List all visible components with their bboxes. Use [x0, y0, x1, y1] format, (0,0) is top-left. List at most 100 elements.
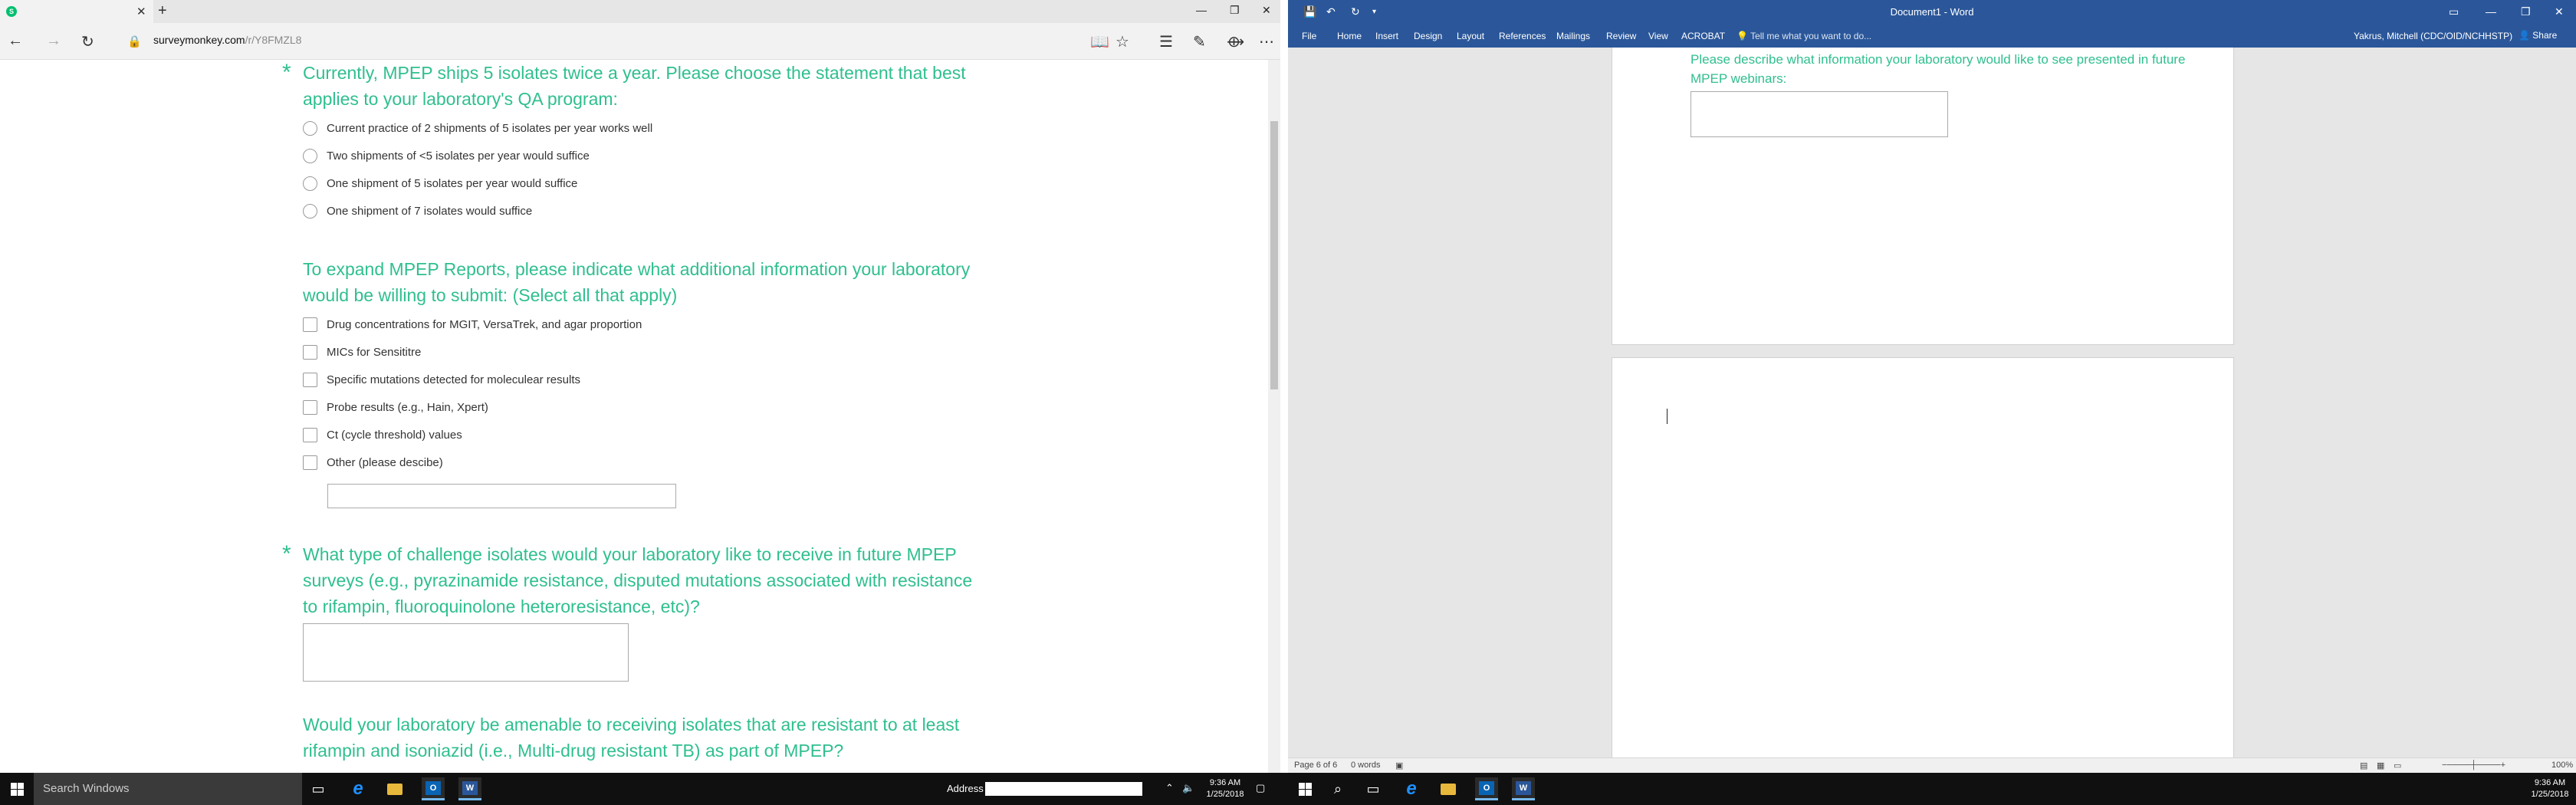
- restore-icon[interactable]: ❐: [1230, 4, 1240, 17]
- q1-option-1[interactable]: Current practice of 2 shipments of 5 iso…: [303, 121, 652, 136]
- browser-tab[interactable]: S: [0, 0, 153, 23]
- tab-mailings[interactable]: Mailings: [1556, 31, 1590, 41]
- other-text-input[interactable]: [327, 484, 676, 508]
- close-window-icon[interactable]: ✕: [2555, 5, 2564, 18]
- document-canvas: Please describe what information your la…: [1288, 48, 2576, 757]
- tell-me-box[interactable]: 💡 Tell me what you want to do...: [1737, 31, 1871, 41]
- q1-option-4[interactable]: One shipment of 7 isolates would suffice: [303, 204, 532, 219]
- document-paragraph: Please describe what information your la…: [1691, 52, 2186, 86]
- clock-time: 9:36 AM: [1209, 778, 1241, 787]
- tab-references[interactable]: References: [1499, 31, 1546, 41]
- radio-button[interactable]: [303, 121, 317, 136]
- q2-option-1[interactable]: Drug concentrations for MGIT, VersaTrek,…: [303, 317, 642, 332]
- start-button[interactable]: [1288, 773, 1322, 805]
- tab-file[interactable]: File: [1302, 31, 1316, 41]
- q2-option-2[interactable]: MICs for Sensititre: [303, 345, 421, 360]
- favorite-star-icon[interactable]: ☆: [1116, 32, 1129, 51]
- tab-view[interactable]: View: [1648, 31, 1668, 41]
- checkbox[interactable]: [303, 400, 317, 415]
- checkbox[interactable]: [303, 345, 317, 360]
- print-layout-icon[interactable]: ▦: [2377, 761, 2384, 770]
- edge-icon[interactable]: e: [1400, 777, 1423, 800]
- taskbar-clock[interactable]: 9:36 AM 1/25/2018: [2527, 777, 2573, 800]
- taskbar-search[interactable]: Search Windows: [34, 773, 302, 805]
- radio-button[interactable]: [303, 176, 317, 191]
- restore-icon[interactable]: ❐: [2521, 5, 2531, 18]
- web-layout-icon[interactable]: ▭: [2394, 761, 2401, 770]
- word-icon[interactable]: W: [458, 777, 481, 800]
- tab-home[interactable]: Home: [1337, 31, 1362, 41]
- outlook-icon[interactable]: O: [1475, 777, 1498, 800]
- reading-view-icon[interactable]: 📖: [1090, 32, 1109, 51]
- q2-option-5[interactable]: Ct (cycle threshold) values: [303, 428, 462, 442]
- tab-layout[interactable]: Layout: [1457, 31, 1484, 41]
- checkbox[interactable]: [303, 373, 317, 387]
- file-explorer-icon[interactable]: [1437, 777, 1460, 800]
- surveymonkey-icon: S: [6, 6, 17, 17]
- option-label: Current practice of 2 shipments of 5 iso…: [327, 122, 653, 135]
- required-asterisk: *: [282, 541, 291, 567]
- proofing-icon[interactable]: ▣: [1395, 761, 1403, 770]
- clock-time: 9:36 AM: [2534, 778, 2566, 787]
- close-tab-icon[interactable]: ✕: [136, 5, 146, 18]
- close-window-icon[interactable]: ✕: [1262, 4, 1271, 17]
- volume-icon[interactable]: 🔈: [1182, 782, 1194, 794]
- minimize-icon[interactable]: —: [1196, 4, 1207, 16]
- word-icon[interactable]: W: [1512, 777, 1535, 800]
- clock-date: 1/25/2018: [1206, 790, 1244, 799]
- task-view-icon[interactable]: ▭: [1362, 777, 1385, 800]
- checkbox[interactable]: [303, 428, 317, 442]
- radio-button[interactable]: [303, 149, 317, 163]
- document-page-5[interactable]: Please describe what information your la…: [1612, 48, 2234, 345]
- start-button[interactable]: [0, 773, 34, 805]
- task-view-icon[interactable]: ▭: [307, 777, 330, 800]
- share-icon[interactable]: ⟴: [1227, 32, 1244, 51]
- q2-option-3[interactable]: Specific mutations detected for molecule…: [303, 373, 580, 387]
- forward-icon[interactable]: →: [46, 32, 61, 50]
- more-icon[interactable]: ⋯: [1259, 32, 1274, 51]
- edge-browser-window: S ✕ + — ❐ ✕ ← → ↻ 🔒 surveymonkey.com/r/Y…: [0, 0, 1280, 773]
- web-note-icon[interactable]: ✎: [1193, 32, 1206, 51]
- search-icon[interactable]: ⌕: [1326, 777, 1349, 800]
- refresh-icon[interactable]: ↻: [81, 32, 94, 51]
- q1-option-3[interactable]: One shipment of 5 isolates per year woul…: [303, 176, 577, 191]
- zoom-level[interactable]: 100%: [2551, 761, 2573, 770]
- q2-option-6[interactable]: Other (please descibe): [303, 455, 443, 470]
- word-window: 💾 ↶ ↻ ▾ Document1 - Word ▭ — ❐ ✕ File Ho…: [1288, 0, 2576, 773]
- taskbar-clock[interactable]: 9:36 AM 1/25/2018: [1202, 777, 1248, 800]
- document-page-6[interactable]: [1612, 357, 2234, 757]
- minimize-icon[interactable]: —: [2486, 5, 2496, 18]
- scrollbar[interactable]: [1268, 60, 1280, 773]
- read-mode-icon[interactable]: ▤: [2360, 761, 2367, 770]
- radio-button[interactable]: [303, 204, 317, 219]
- zoom-slider[interactable]: −────┼────+: [2442, 761, 2505, 770]
- page-count[interactable]: Page 6 of 6: [1294, 761, 1337, 770]
- tray-chevron-icon[interactable]: ⌃: [1165, 782, 1174, 794]
- back-icon[interactable]: ←: [8, 32, 23, 50]
- q1-option-2[interactable]: Two shipments of <5 isolates per year wo…: [303, 149, 590, 163]
- tab-design[interactable]: Design: [1414, 31, 1442, 41]
- scroll-thumb[interactable]: [1270, 121, 1278, 389]
- address-toolbar-input[interactable]: [985, 782, 1142, 796]
- word-count[interactable]: 0 words: [1351, 761, 1381, 770]
- document-text-box[interactable]: [1691, 91, 1948, 137]
- tab-review[interactable]: Review: [1606, 31, 1636, 41]
- checkbox[interactable]: [303, 455, 317, 470]
- option-label: Other (please descibe): [327, 456, 443, 469]
- new-tab-icon[interactable]: +: [158, 2, 167, 20]
- tab-insert[interactable]: Insert: [1375, 31, 1398, 41]
- challenge-isolates-textarea[interactable]: [303, 623, 629, 682]
- clock-date: 1/25/2018: [2531, 790, 2569, 799]
- notifications-icon[interactable]: ▢: [1256, 782, 1265, 794]
- q2-option-4[interactable]: Probe results (e.g., Hain, Xpert): [303, 400, 488, 415]
- file-explorer-icon[interactable]: [383, 777, 406, 800]
- address-bar[interactable]: surveymonkey.com/r/Y8FMZL8: [153, 34, 301, 46]
- checkbox[interactable]: [303, 317, 317, 332]
- share-button[interactable]: 👤 Share: [2518, 30, 2557, 41]
- tab-acrobat[interactable]: ACROBAT: [1681, 31, 1725, 41]
- hub-icon[interactable]: ☰: [1159, 32, 1173, 51]
- ribbon-display-icon[interactable]: ▭: [2449, 5, 2459, 18]
- edge-icon[interactable]: e: [347, 777, 370, 800]
- outlook-icon[interactable]: O: [422, 777, 445, 800]
- user-name[interactable]: Yakrus, Mitchell (CDC/OID/NCHHSTP): [2354, 31, 2512, 41]
